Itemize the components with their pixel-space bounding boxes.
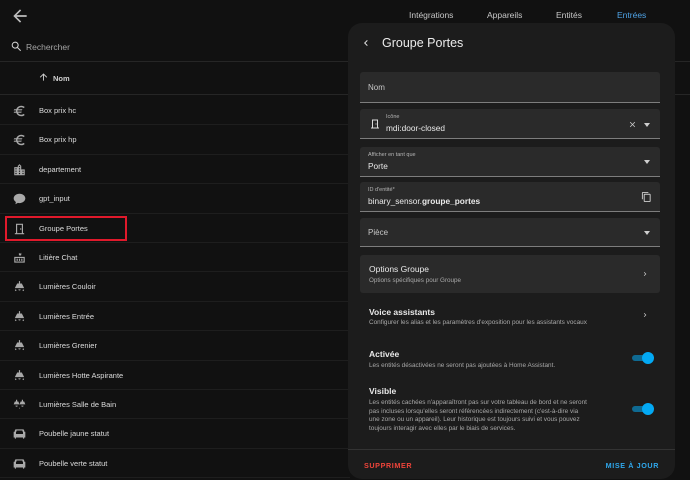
ceiling-light-icon <box>14 310 25 321</box>
table-row[interactable]: Lumières Couloir <box>0 272 350 302</box>
tab-helpers[interactable]: Entrées <box>617 10 646 20</box>
row-label: Poubelle verte statut <box>39 458 108 468</box>
chevron-down-icon[interactable] <box>644 123 650 127</box>
visible-title: Visible <box>369 386 397 396</box>
tab-entities[interactable]: Entités <box>556 10 582 20</box>
euro-icon <box>13 135 25 146</box>
row-label: gpt_input <box>39 194 70 204</box>
icon-field-value: mdi:door-closed <box>386 123 446 133</box>
table-row[interactable]: Lumières Salle de Bain <box>0 390 350 420</box>
table-row[interactable]: Poubelle verte statut <box>0 449 350 479</box>
row-label: Box prix hp <box>39 135 77 145</box>
show-as-select[interactable]: Afficher en tant que Porte <box>360 147 660 177</box>
search-icon <box>11 41 22 52</box>
tab-devices[interactable]: Appareils <box>487 10 522 20</box>
toggle-knob <box>642 352 654 364</box>
table-row[interactable]: Poubelle jaune statut <box>0 419 350 449</box>
ceiling-light-multiple-icon <box>13 399 26 409</box>
ceiling-light-icon <box>14 369 25 380</box>
row-label: Lumières Hotte Aspirante <box>39 370 124 380</box>
visible-description-line: pas incluses lorsqu'elles seront référen… <box>369 407 579 415</box>
visible-toggle[interactable] <box>632 403 654 415</box>
sofa-icon <box>13 459 26 469</box>
column-header-name[interactable]: Nom <box>53 74 70 83</box>
visible-description-line: une zone ou un appareil). Leur historiqu… <box>369 416 580 424</box>
arrow-left-icon[interactable] <box>10 6 30 26</box>
ceiling-light-icon <box>14 281 25 292</box>
city-icon <box>14 163 25 176</box>
name-field[interactable]: Nom <box>360 72 660 103</box>
table-row[interactable]: Lumières Grenier <box>0 331 350 361</box>
search-input[interactable] <box>26 38 326 56</box>
voice-assistants-row[interactable]: Voice assistants Configurer les alias et… <box>348 299 675 333</box>
table-row[interactable]: Box prix hp <box>0 125 350 155</box>
enabled-toggle[interactable] <box>632 352 654 364</box>
group-options-row[interactable]: Options Groupe Options spécifiques pour … <box>360 255 660 293</box>
ceiling-light-icon <box>14 340 25 351</box>
row-label: Lumières Salle de Bain <box>39 400 117 409</box>
voice-assistants-title: Voice assistants <box>369 307 435 317</box>
update-button[interactable]: MISE À JOUR <box>606 461 659 470</box>
arrow-up-sort-icon[interactable] <box>38 71 49 83</box>
name-field-label: Nom <box>368 83 385 92</box>
row-label: Lumières Couloir <box>39 282 96 292</box>
row-label: Lumières Grenier <box>39 341 97 351</box>
visible-description-line: Les entités cachées n'apparaîtront pas s… <box>369 399 587 406</box>
copy-icon[interactable] <box>641 191 652 203</box>
table-row[interactable]: Lumières Hotte Aspirante <box>0 361 350 390</box>
enabled-description: Les entités désactivées ne seront pas aj… <box>369 362 556 369</box>
chevron-down-icon <box>644 160 650 164</box>
chevron-left-icon[interactable] <box>360 36 372 50</box>
entity-id-prefix: binary_sensor. <box>368 196 422 206</box>
group-options-title: Options Groupe <box>369 264 430 274</box>
table-row[interactable]: Box prix hc <box>0 96 350 126</box>
dialog-title: Groupe Portes <box>382 36 464 50</box>
row-label: Litière Chat <box>39 253 78 262</box>
room-select[interactable]: Pièce <box>360 218 660 247</box>
icon-field[interactable]: Icône mdi:door-closed <box>360 109 660 139</box>
icon-field-label: Icône <box>386 114 400 120</box>
cat-litter-icon <box>14 252 25 263</box>
row-label: departement <box>39 164 82 174</box>
group-options-subtitle: Options spécifiques pour Groupe <box>369 277 462 284</box>
table-row[interactable]: gpt_input <box>0 184 350 214</box>
delete-button[interactable]: SUPPRIMER <box>364 461 412 470</box>
chat-bubble-icon <box>13 193 26 205</box>
voice-assistants-subtitle: Configurer les alias et les paramètres d… <box>369 319 587 326</box>
row-label: Poubelle jaune statut <box>39 429 110 439</box>
chevron-right-icon <box>643 313 647 317</box>
row-label: Lumières Entrée <box>39 311 95 321</box>
euro-icon <box>13 105 25 117</box>
table-row[interactable]: Lumières Entrée <box>0 302 350 332</box>
entity-id-field[interactable]: ID d'entité* binary_sensor.groupe_portes <box>360 182 660 212</box>
table-row[interactable]: departement <box>0 155 350 185</box>
row-label: Box prix hc <box>39 106 77 115</box>
visible-description-line: toujours interagir avec elles par le bia… <box>369 424 516 432</box>
entity-id-suffix: groupe_portes <box>421 196 481 206</box>
table-row[interactable]: Litière Chat <box>0 243 350 273</box>
close-icon[interactable] <box>628 120 637 129</box>
highlight-box <box>5 216 127 241</box>
sofa-icon <box>13 429 26 440</box>
toggle-knob <box>642 403 654 415</box>
dialog-footer: SUPPRIMER MISE À JOUR <box>348 449 675 479</box>
visible-description: Les entités cachées n'apparaîtront pas s… <box>369 399 619 433</box>
show-as-label: Afficher en tant que <box>368 152 416 158</box>
entity-id-value: binary_sensor.groupe_portes <box>368 196 480 206</box>
entity-id-label: ID d'entité* <box>368 187 395 193</box>
show-as-value: Porte <box>368 161 388 171</box>
entity-settings-dialog: Groupe Portes Nom Icône mdi:door-closed … <box>348 23 675 479</box>
chevron-down-icon <box>644 231 650 235</box>
tab-integrations[interactable]: Intégrations <box>409 10 453 20</box>
room-label: Pièce <box>368 228 389 237</box>
enabled-title: Activée <box>369 349 400 359</box>
chevron-right-icon <box>643 272 647 276</box>
door-closed-icon <box>371 119 379 129</box>
